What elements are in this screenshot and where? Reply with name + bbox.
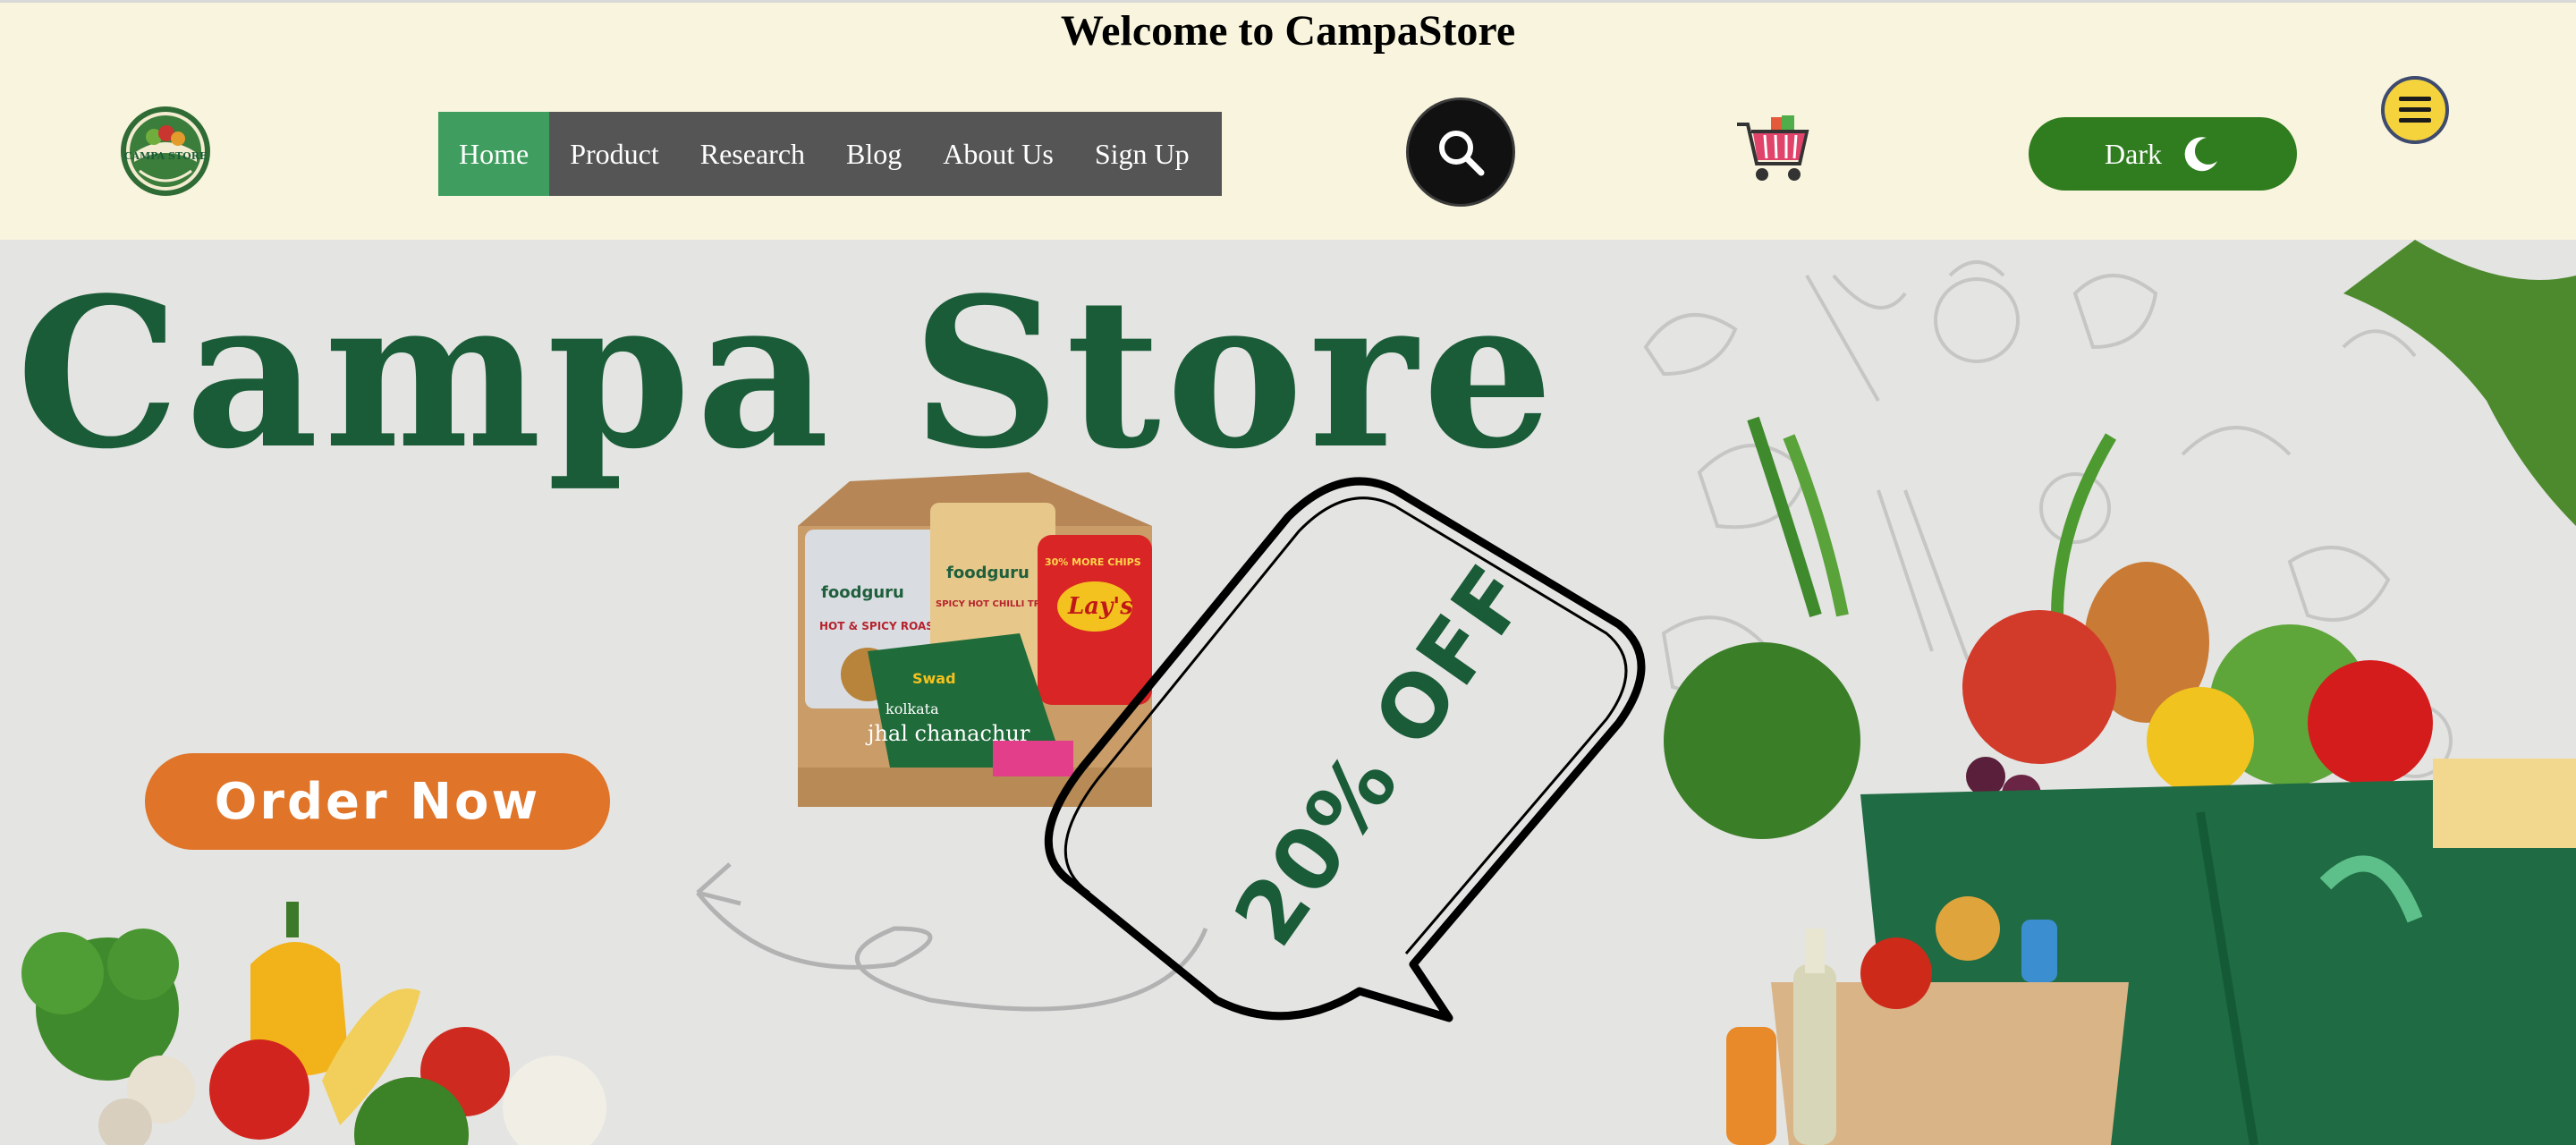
campa-store-logo[interactable]: CAMPA STORE xyxy=(113,105,218,198)
order-now-label: Order Now xyxy=(214,772,541,831)
logo-text: CAMPA STORE xyxy=(124,150,208,162)
nav-product[interactable]: Product xyxy=(549,112,680,196)
dark-mode-toggle[interactable]: Dark xyxy=(2029,117,2297,191)
hero-title: Campa Store xyxy=(16,253,1559,495)
hero-banner: Campa Store foodguru HOT & SPICY ROASTED… xyxy=(0,240,2576,1145)
nav-blog[interactable]: Blog xyxy=(826,112,922,196)
search-icon xyxy=(1439,131,1485,176)
nav-research[interactable]: Research xyxy=(680,112,826,196)
grocery-bag-image xyxy=(1664,240,2576,1145)
site-header: Welcome to CampaStore CAMPA STORE Home P… xyxy=(0,0,2576,240)
vegetables-image xyxy=(21,902,606,1145)
nav-sign-up[interactable]: Sign Up xyxy=(1074,112,1210,196)
search-button[interactable] xyxy=(1406,98,1515,207)
order-now-button[interactable]: Order Now xyxy=(145,753,610,850)
hamburger-menu-icon xyxy=(2399,97,2431,123)
moon-icon xyxy=(2184,137,2217,172)
welcome-heading: Welcome to CampaStore xyxy=(1060,7,1516,55)
cart-icon[interactable] xyxy=(1735,114,1810,185)
nav-home[interactable]: Home xyxy=(438,112,550,196)
dark-mode-label: Dark xyxy=(2105,137,2162,170)
main-nav: Home Product Research Blog About Us Sign… xyxy=(438,112,1222,196)
hamburger-menu-button[interactable] xyxy=(2381,76,2449,144)
nav-about-us[interactable]: About Us xyxy=(922,112,1074,196)
